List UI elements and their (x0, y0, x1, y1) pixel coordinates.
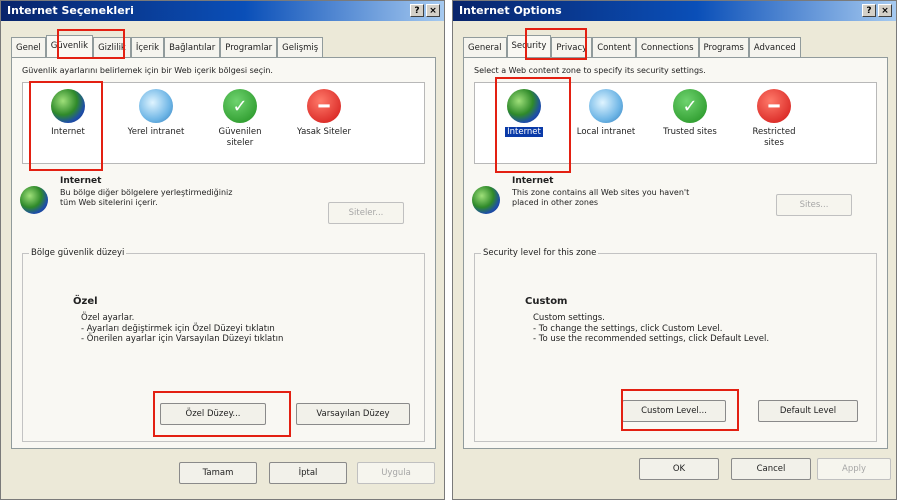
highlight-box (57, 29, 125, 59)
tab-general[interactable]: General (463, 37, 507, 58)
zone-description: Bu bölge diğer bölgelere yerleştirmediği… (60, 188, 233, 207)
zone-info: Internet Bu bölge diğer bölgelere yerleş… (20, 176, 320, 236)
intranet-icon (139, 89, 173, 123)
highlight-box (621, 389, 739, 431)
zone-label: Yerel intranet (127, 127, 185, 137)
zone-label: Güvenilen siteler (218, 127, 262, 148)
zone-name: Internet (512, 176, 554, 186)
checkmark-icon: ✓ (223, 89, 257, 123)
level-line: Özel ayarlar. (81, 313, 135, 323)
tab-content[interactable]: İçerik (130, 37, 165, 58)
security-level-description: Özel ayarlar. - Ayarları değiştirmek içi… (81, 313, 283, 345)
zone-local-intranet[interactable]: Yerel intranet (119, 89, 193, 138)
highlight-box (29, 81, 103, 171)
no-entry-icon: ━ (757, 89, 791, 123)
intranet-icon (589, 89, 623, 123)
zone-prompt: Select a Web content zone to specify its… (474, 66, 706, 75)
dialog-title: Internet Options (459, 4, 562, 17)
title-bar: Internet Seçenekleri ? × (1, 1, 444, 21)
security-level-title: Özel (73, 296, 98, 307)
dialog-title: Internet Seçenekleri (7, 4, 134, 17)
zone-prompt: Güvenlik ayarlarını belirlemek için bir … (22, 66, 273, 75)
security-level-legend: Security level for this zone (483, 248, 597, 258)
level-line: - To use the recommended settings, click… (533, 334, 770, 344)
tab-general[interactable]: Genel (11, 37, 46, 58)
internet-options-dialog-tr: Internet Seçenekleri ? × Genel Güvenlik … (0, 0, 445, 500)
level-line: - Ayarları değiştirmek için Özel Düzeyi … (81, 323, 275, 334)
zone-trusted-sites[interactable]: ✓ Güvenilen siteler (203, 89, 277, 149)
tab-advanced[interactable]: Advanced (748, 37, 801, 58)
default-level-button[interactable]: Default Level (758, 400, 858, 422)
close-button[interactable]: × (878, 4, 892, 17)
cancel-button[interactable]: İptal (269, 462, 347, 484)
internet-options-dialog-en: Internet Options ? × General Security Pr… (452, 0, 897, 500)
cancel-button[interactable]: Cancel (731, 458, 811, 480)
highlight-box (495, 77, 571, 173)
title-bar: Internet Options ? × (453, 1, 896, 21)
level-line: Custom settings. (533, 313, 605, 323)
security-level-title: Custom (525, 296, 568, 307)
zone-info: Internet This zone contains all Web site… (472, 176, 772, 236)
zone-label: Local intranet (576, 127, 636, 137)
zone-restricted-sites[interactable]: ━ Restricted sites (737, 89, 811, 149)
tab-advanced[interactable]: Gelişmiş (277, 37, 324, 58)
help-button[interactable]: ? (410, 4, 424, 17)
highlight-box (525, 28, 587, 60)
help-button[interactable]: ? (862, 4, 876, 17)
apply-button[interactable]: Apply (817, 458, 891, 480)
tab-connections[interactable]: Connections (636, 37, 699, 58)
zone-label: Yasak Siteler (297, 127, 351, 137)
zone-trusted-sites[interactable]: ✓ Trusted sites (653, 89, 727, 138)
no-entry-icon: ━ (307, 89, 341, 123)
tab-programs[interactable]: Programlar (220, 37, 278, 58)
zone-restricted-sites[interactable]: ━ Yasak Siteler (287, 89, 361, 138)
level-line: - Önerilen ayarlar için Varsayılan Düzey… (81, 334, 284, 344)
zone-description: This zone contains all Web sites you hav… (512, 188, 690, 207)
sites-button[interactable]: Siteler... (328, 202, 404, 224)
level-line: - To change the settings, click Custom L… (533, 323, 723, 334)
close-button[interactable]: × (426, 4, 440, 17)
zone-label: Restricted sites (752, 127, 796, 148)
ok-button[interactable]: Tamam (179, 462, 257, 484)
default-level-button[interactable]: Varsayılan Düzey (296, 403, 410, 425)
ok-button[interactable]: OK (639, 458, 719, 480)
zone-label: Trusted sites (663, 127, 717, 137)
zone-name: Internet (60, 176, 102, 186)
zone-local-intranet[interactable]: Local intranet (569, 89, 643, 138)
apply-button[interactable]: Uygula (357, 462, 435, 484)
checkmark-icon: ✓ (673, 89, 707, 123)
sites-button[interactable]: Sites... (776, 194, 852, 216)
tab-content[interactable]: Content (592, 37, 636, 58)
tab-programs[interactable]: Programs (698, 37, 749, 58)
highlight-box (153, 391, 291, 437)
security-level-legend: Bölge güvenlik düzeyi (31, 248, 125, 258)
globe-icon (472, 186, 500, 214)
tab-connections[interactable]: Bağlantılar (164, 37, 221, 58)
globe-icon (20, 186, 48, 214)
security-level-description: Custom settings. - To change the setting… (533, 313, 769, 345)
